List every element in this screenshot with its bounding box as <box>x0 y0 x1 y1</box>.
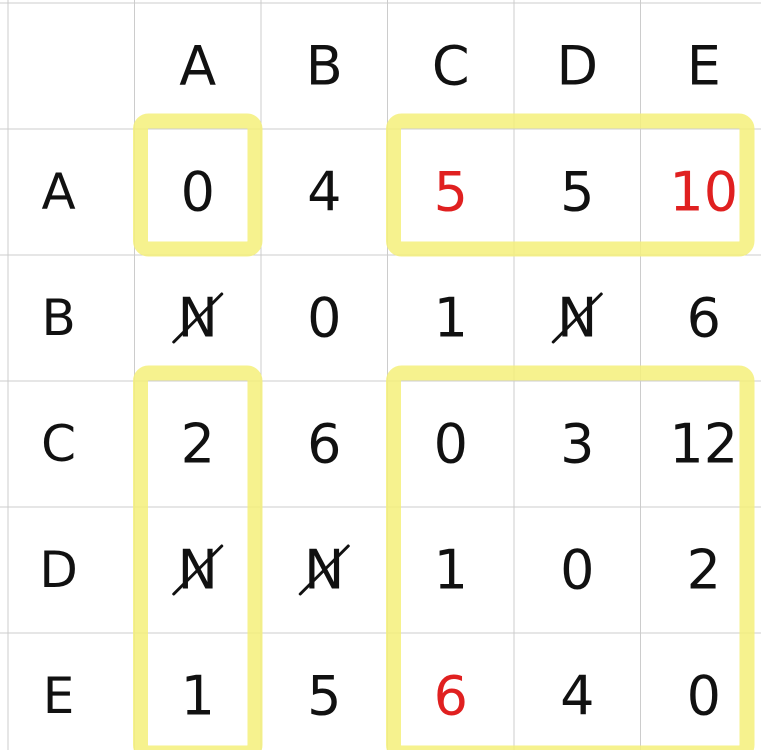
cell-value: 10 <box>669 161 738 224</box>
matrix-cell-a-c: 5 <box>434 161 468 224</box>
matrix-cell-d-d: 0 <box>560 539 594 602</box>
cell-value: 2 <box>687 539 721 602</box>
column-header-c: C <box>432 35 470 98</box>
matrix-cell-a-a: 0 <box>181 161 215 224</box>
cell-value: 4 <box>307 161 341 224</box>
column-header-b: B <box>306 35 343 98</box>
cell-value: 5 <box>560 161 594 224</box>
matrix-cell-b-d: N <box>551 287 603 350</box>
column-header-d: D <box>556 35 598 98</box>
row-header-c: C <box>41 415 76 473</box>
cell-value: 1 <box>434 539 468 602</box>
matrix-cell-d-b: N <box>298 539 350 602</box>
cell-value: 0 <box>434 413 468 476</box>
matrix-cell-e-d: 4 <box>560 665 594 728</box>
matrix-cell-d-c: 1 <box>434 539 468 602</box>
matrix-cell-e-c: 6 <box>434 665 468 728</box>
cell-value: 0 <box>181 161 215 224</box>
matrix-cell-a-e: 10 <box>669 161 738 224</box>
matrix-cell-e-b: 5 <box>307 665 341 728</box>
cell-value: 6 <box>687 287 721 350</box>
matrix-cell-b-e: 6 <box>687 287 721 350</box>
matrix-cell-c-c: 0 <box>434 413 468 476</box>
matrix-cell-d-a: N <box>172 539 224 602</box>
cell-value: 6 <box>434 665 468 728</box>
matrix-cell-e-e: 0 <box>687 665 721 728</box>
matrix-cell-b-c: 1 <box>434 287 468 350</box>
matrix-cell-a-b: 4 <box>307 161 341 224</box>
cell-value: 0 <box>307 287 341 350</box>
row-header-a: A <box>41 163 75 221</box>
cell-value: 0 <box>687 665 721 728</box>
cell-value: 3 <box>560 413 594 476</box>
matrix-cell-a-d: 5 <box>560 161 594 224</box>
row-header-d: D <box>39 541 78 599</box>
cell-value: 1 <box>434 287 468 350</box>
cell-value: 0 <box>560 539 594 602</box>
cell-value: 5 <box>307 665 341 728</box>
distance-matrix-sheet: ABCDEABCDE 045510N01N6260312NN10215640 <box>0 0 761 750</box>
cell-value: 2 <box>181 413 215 476</box>
cell-value: 6 <box>307 413 341 476</box>
row-header-b: B <box>41 289 75 347</box>
cell-value: 1 <box>181 665 215 728</box>
row-header-e: E <box>43 667 75 725</box>
matrix-cell-c-e: 12 <box>669 413 738 476</box>
matrix-cell-b-a: N <box>172 287 224 350</box>
cell-value: 12 <box>669 413 738 476</box>
matrix-cell-c-a: 2 <box>181 413 215 476</box>
cell-value: 5 <box>434 161 468 224</box>
matrix-cell-b-b: 0 <box>307 287 341 350</box>
column-header-a: A <box>179 35 216 98</box>
column-header-e: E <box>687 35 721 98</box>
matrix-cell-c-b: 6 <box>307 413 341 476</box>
matrix-cell-e-a: 1 <box>181 665 215 728</box>
matrix-cell-d-e: 2 <box>687 539 721 602</box>
cell-value: 4 <box>560 665 594 728</box>
matrix-cell-c-d: 3 <box>560 413 594 476</box>
